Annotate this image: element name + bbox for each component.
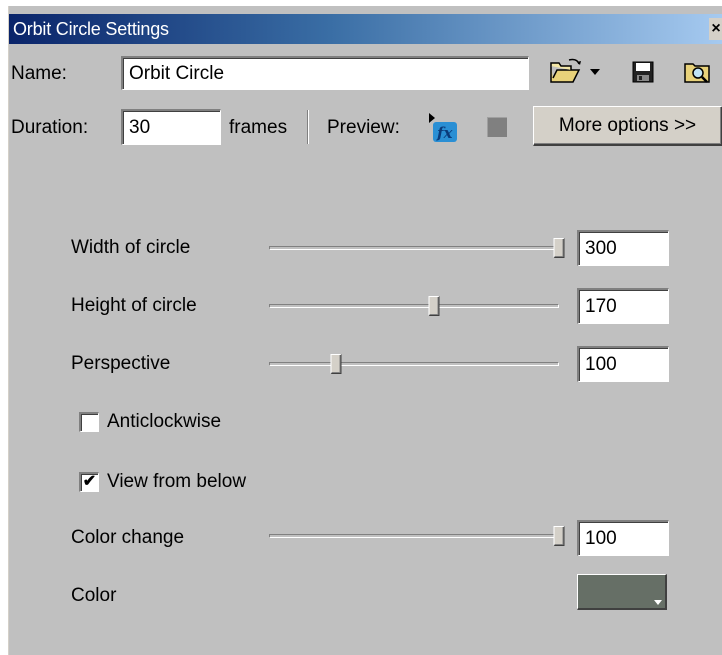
color-label: Color: [71, 585, 117, 606]
save-icon[interactable]: [631, 60, 655, 84]
more-options-button[interactable]: More options >>: [533, 106, 722, 146]
slider-track: [269, 362, 559, 366]
width-of-circle-label: Width of circle: [71, 237, 191, 258]
dropdown-arrow-icon[interactable]: [589, 68, 601, 76]
slider-track: [269, 246, 559, 250]
open-folder-icon[interactable]: [549, 58, 585, 86]
toolbar-separator: [307, 110, 309, 144]
view-from-below-label: View from below: [107, 471, 247, 492]
height-of-circle-label: Height of circle: [71, 295, 197, 316]
title-bar[interactable]: Orbit Circle Settings ×: [9, 14, 722, 44]
frames-label: frames: [229, 117, 288, 138]
duration-field[interactable]: [121, 109, 221, 145]
close-button[interactable]: ×: [709, 18, 722, 40]
name-label: Name:: [11, 63, 67, 84]
width-of-circle-slider[interactable]: [269, 238, 565, 258]
duration-label: Duration:: [11, 117, 89, 138]
slider-thumb[interactable]: [330, 354, 342, 374]
color-picker-button[interactable]: [577, 574, 667, 610]
view-from-below-checkbox[interactable]: ✔: [79, 472, 99, 492]
browse-icon[interactable]: [683, 58, 713, 86]
name-field[interactable]: [121, 56, 529, 90]
perspective-input[interactable]: [577, 346, 669, 382]
anticlockwise-checkbox[interactable]: [79, 412, 99, 432]
preview-fx-icon[interactable]: fx: [425, 110, 461, 144]
slider-thumb[interactable]: [553, 526, 565, 546]
slider-track: [269, 534, 559, 538]
stop-icon[interactable]: [487, 117, 507, 137]
width-of-circle-input[interactable]: [577, 230, 669, 266]
slider-thumb[interactable]: [428, 296, 440, 316]
height-of-circle-input[interactable]: [577, 288, 669, 324]
color-change-input[interactable]: [577, 520, 669, 556]
dropdown-arrow-icon: [654, 600, 662, 605]
color-change-slider[interactable]: [269, 526, 565, 546]
perspective-slider[interactable]: [269, 354, 559, 374]
orbit-circle-settings-dialog: Orbit Circle Settings × Name: Duration: …: [8, 6, 722, 655]
svg-text:fx: fx: [436, 124, 453, 142]
window-title: Orbit Circle Settings: [13, 19, 169, 39]
slider-thumb[interactable]: [553, 238, 565, 258]
height-of-circle-slider[interactable]: [269, 296, 559, 316]
anticlockwise-label: Anticlockwise: [107, 411, 222, 432]
color-change-label: Color change: [71, 527, 185, 548]
slider-track: [269, 304, 559, 308]
perspective-label: Perspective: [71, 353, 171, 374]
preview-label: Preview:: [327, 117, 400, 138]
